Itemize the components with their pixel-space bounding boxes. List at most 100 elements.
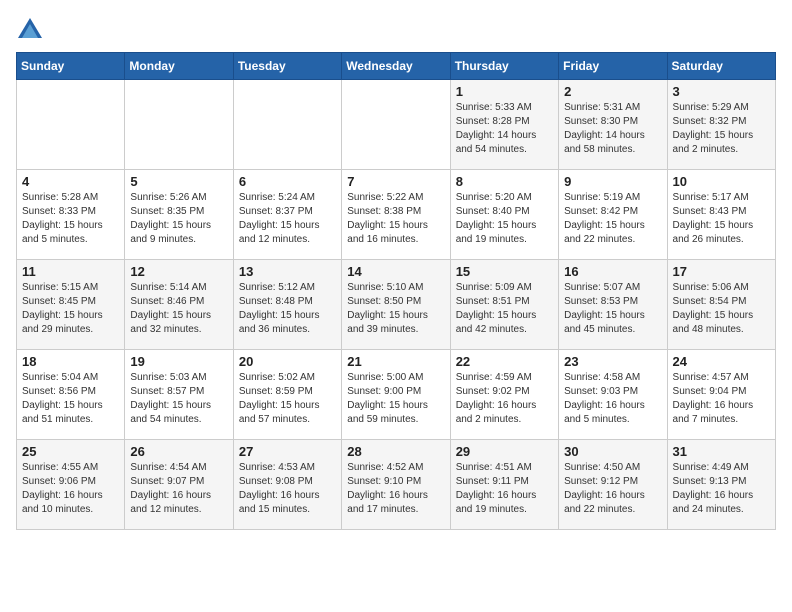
day-number: 30 [564, 444, 661, 459]
week-row-4: 18Sunrise: 5:04 AM Sunset: 8:56 PM Dayli… [17, 350, 776, 440]
day-info: Sunrise: 4:54 AM Sunset: 9:07 PM Dayligh… [130, 461, 227, 517]
logo [16, 16, 48, 44]
day-info: Sunrise: 5:28 AM Sunset: 8:33 PM Dayligh… [22, 191, 119, 247]
day-cell: 31Sunrise: 4:49 AM Sunset: 9:13 PM Dayli… [667, 440, 775, 530]
day-info: Sunrise: 4:59 AM Sunset: 9:02 PM Dayligh… [456, 371, 553, 427]
day-cell: 4 Sunrise: 5:28 AM Sunset: 8:33 PM Daylig… [17, 170, 125, 260]
day-cell: 3 Sunrise: 5:29 AM Sunset: 8:32 PM Daylig… [667, 80, 775, 170]
day-info: Sunrise: 5:33 AM Sunset: 8:28 PM Dayligh… [456, 101, 553, 157]
day-cell: 6 Sunrise: 5:24 AM Sunset: 8:37 PM Daylig… [233, 170, 341, 260]
day-cell: 12Sunrise: 5:14 AM Sunset: 8:46 PM Dayli… [125, 260, 233, 350]
day-info: Sunrise: 5:03 AM Sunset: 8:57 PM Dayligh… [130, 371, 227, 427]
day-info: Sunrise: 5:29 AM Sunset: 8:32 PM Dayligh… [673, 101, 770, 157]
day-number: 11 [22, 264, 119, 279]
day-number: 10 [673, 174, 770, 189]
week-row-3: 11 Sunrise: 5:15 AM Sunset: 8:45 PM Dayli… [17, 260, 776, 350]
day-cell [17, 80, 125, 170]
page-header [16, 16, 776, 44]
week-row-1: 1 Sunrise: 5:33 AM Sunset: 8:28 PM Daylig… [17, 80, 776, 170]
day-number: 7 [347, 174, 444, 189]
day-info: Sunrise: 5:24 AM Sunset: 8:37 PM Dayligh… [239, 191, 336, 247]
day-info: Sunrise: 4:51 AM Sunset: 9:11 PM Dayligh… [456, 461, 553, 517]
day-cell: 2Sunrise: 5:31 AM Sunset: 8:30 PM Daylig… [559, 80, 667, 170]
day-number: 5 [130, 174, 227, 189]
header-tuesday: Tuesday [233, 53, 341, 80]
day-number: 9 [564, 174, 661, 189]
day-cell [125, 80, 233, 170]
day-number: 29 [456, 444, 553, 459]
header-sunday: Sunday [17, 53, 125, 80]
day-info: Sunrise: 5:07 AM Sunset: 8:53 PM Dayligh… [564, 281, 661, 337]
day-info: Sunrise: 4:53 AM Sunset: 9:08 PM Dayligh… [239, 461, 336, 517]
day-number: 1 [456, 84, 553, 99]
day-info: Sunrise: 5:10 AM Sunset: 8:50 PM Dayligh… [347, 281, 444, 337]
day-number: 31 [673, 444, 770, 459]
day-info: Sunrise: 4:52 AM Sunset: 9:10 PM Dayligh… [347, 461, 444, 517]
day-info: Sunrise: 4:50 AM Sunset: 9:12 PM Dayligh… [564, 461, 661, 517]
day-info: Sunrise: 4:57 AM Sunset: 9:04 PM Dayligh… [673, 371, 770, 427]
day-number: 4 [22, 174, 119, 189]
day-number: 22 [456, 354, 553, 369]
day-cell: 26 Sunrise: 4:54 AM Sunset: 9:07 PM Dayli… [125, 440, 233, 530]
day-info: Sunrise: 5:22 AM Sunset: 8:38 PM Dayligh… [347, 191, 444, 247]
day-cell: 25 Sunrise: 4:55 AM Sunset: 9:06 PM Dayli… [17, 440, 125, 530]
day-cell: 27 Sunrise: 4:53 AM Sunset: 9:08 PM Dayli… [233, 440, 341, 530]
day-cell: 18Sunrise: 5:04 AM Sunset: 8:56 PM Dayli… [17, 350, 125, 440]
day-info: Sunrise: 5:02 AM Sunset: 8:59 PM Dayligh… [239, 371, 336, 427]
day-info: Sunrise: 5:06 AM Sunset: 8:54 PM Dayligh… [673, 281, 770, 337]
day-number: 25 [22, 444, 119, 459]
logo-icon [16, 16, 44, 44]
day-cell [342, 80, 450, 170]
header-monday: Monday [125, 53, 233, 80]
day-number: 24 [673, 354, 770, 369]
day-cell: 15Sunrise: 5:09 AM Sunset: 8:51 PM Dayli… [450, 260, 558, 350]
day-info: Sunrise: 5:00 AM Sunset: 9:00 PM Dayligh… [347, 371, 444, 427]
day-cell: 5 Sunrise: 5:26 AM Sunset: 8:35 PM Daylig… [125, 170, 233, 260]
week-row-2: 4 Sunrise: 5:28 AM Sunset: 8:33 PM Daylig… [17, 170, 776, 260]
day-number: 27 [239, 444, 336, 459]
day-number: 21 [347, 354, 444, 369]
day-cell: 30 Sunrise: 4:50 AM Sunset: 9:12 PM Dayli… [559, 440, 667, 530]
day-info: Sunrise: 5:19 AM Sunset: 8:42 PM Dayligh… [564, 191, 661, 247]
day-cell: 28 Sunrise: 4:52 AM Sunset: 9:10 PM Dayli… [342, 440, 450, 530]
day-info: Sunrise: 5:20 AM Sunset: 8:40 PM Dayligh… [456, 191, 553, 247]
header-wednesday: Wednesday [342, 53, 450, 80]
header-saturday: Saturday [667, 53, 775, 80]
day-cell: 1 Sunrise: 5:33 AM Sunset: 8:28 PM Daylig… [450, 80, 558, 170]
day-info: Sunrise: 5:31 AM Sunset: 8:30 PM Dayligh… [564, 101, 661, 157]
day-cell: 7 Sunrise: 5:22 AM Sunset: 8:38 PM Daylig… [342, 170, 450, 260]
day-number: 28 [347, 444, 444, 459]
header-friday: Friday [559, 53, 667, 80]
day-number: 17 [673, 264, 770, 279]
day-cell [233, 80, 341, 170]
day-cell: 22 Sunrise: 4:59 AM Sunset: 9:02 PM Dayli… [450, 350, 558, 440]
week-row-5: 25 Sunrise: 4:55 AM Sunset: 9:06 PM Dayli… [17, 440, 776, 530]
day-number: 12 [130, 264, 227, 279]
day-number: 6 [239, 174, 336, 189]
day-cell: 24 Sunrise: 4:57 AM Sunset: 9:04 PM Dayli… [667, 350, 775, 440]
days-header-row: SundayMondayTuesdayWednesdayThursdayFrid… [17, 53, 776, 80]
day-number: 14 [347, 264, 444, 279]
day-info: Sunrise: 5:15 AM Sunset: 8:45 PM Dayligh… [22, 281, 119, 337]
day-cell: 20Sunrise: 5:02 AM Sunset: 8:59 PM Dayli… [233, 350, 341, 440]
day-number: 8 [456, 174, 553, 189]
day-info: Sunrise: 5:09 AM Sunset: 8:51 PM Dayligh… [456, 281, 553, 337]
day-cell: 13 Sunrise: 5:12 AM Sunset: 8:48 PM Dayli… [233, 260, 341, 350]
day-number: 3 [673, 84, 770, 99]
day-number: 19 [130, 354, 227, 369]
day-number: 13 [239, 264, 336, 279]
day-info: Sunrise: 5:04 AM Sunset: 8:56 PM Dayligh… [22, 371, 119, 427]
day-info: Sunrise: 4:55 AM Sunset: 9:06 PM Dayligh… [22, 461, 119, 517]
day-cell: 10 Sunrise: 5:17 AM Sunset: 8:43 PM Dayli… [667, 170, 775, 260]
day-number: 26 [130, 444, 227, 459]
day-info: Sunrise: 4:58 AM Sunset: 9:03 PM Dayligh… [564, 371, 661, 427]
day-cell: 19 Sunrise: 5:03 AM Sunset: 8:57 PM Dayli… [125, 350, 233, 440]
day-info: Sunrise: 5:12 AM Sunset: 8:48 PM Dayligh… [239, 281, 336, 337]
day-cell: 21 Sunrise: 5:00 AM Sunset: 9:00 PM Dayli… [342, 350, 450, 440]
day-cell: 23Sunrise: 4:58 AM Sunset: 9:03 PM Dayli… [559, 350, 667, 440]
day-info: Sunrise: 5:17 AM Sunset: 8:43 PM Dayligh… [673, 191, 770, 247]
calendar-table: SundayMondayTuesdayWednesdayThursdayFrid… [16, 52, 776, 530]
header-thursday: Thursday [450, 53, 558, 80]
day-info: Sunrise: 5:26 AM Sunset: 8:35 PM Dayligh… [130, 191, 227, 247]
day-number: 16 [564, 264, 661, 279]
